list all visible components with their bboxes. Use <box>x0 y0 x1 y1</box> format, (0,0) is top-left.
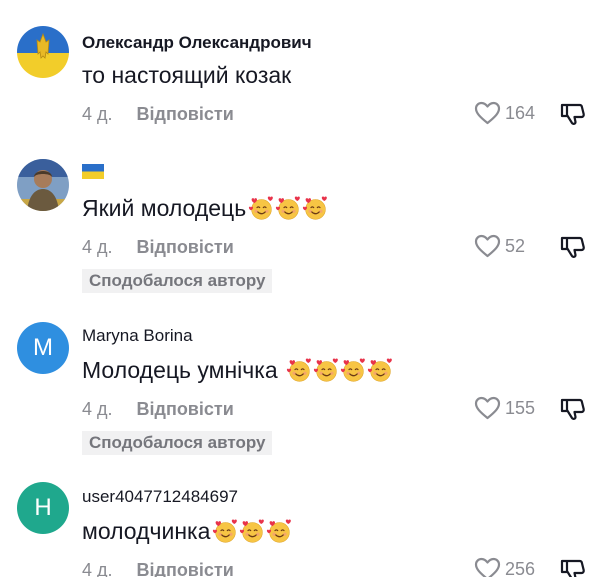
smiling-face-with-hearts-icon <box>313 358 338 382</box>
comment-time: 4 д. <box>82 237 113 257</box>
smiling-face-with-hearts-icon <box>303 196 328 220</box>
comment-text: Молодець умнічка <box>82 357 394 384</box>
liked-by-author-badge: Сподобалося автору <box>82 431 273 455</box>
dislike-button[interactable] <box>560 557 586 577</box>
emoji-group <box>212 518 293 545</box>
smiling-face-with-hearts-icon <box>276 196 301 220</box>
comment-username[interactable]: user4047712484697 <box>82 487 238 507</box>
comment-time: 4 д. <box>82 399 113 419</box>
avatar-letter: H <box>34 494 52 521</box>
smiling-face-with-hearts-icon <box>367 358 392 382</box>
emoji-group <box>286 357 394 384</box>
reply-button[interactable]: Відповісти <box>137 399 234 420</box>
thumbs-down-icon <box>560 559 585 577</box>
comment-username[interactable] <box>82 164 104 184</box>
like-button[interactable]: 52 <box>474 234 525 258</box>
comment-username[interactable]: Олександр Олександрович <box>82 33 312 53</box>
comment-meta: 4 д. Відповісти <box>82 104 234 125</box>
thumbs-down-icon <box>560 398 585 420</box>
comment-text: молодчинка <box>82 518 293 545</box>
emoji-group <box>248 195 329 222</box>
dislike-button[interactable] <box>560 396 586 427</box>
comment-meta: 4 д. Відповісти <box>82 399 234 420</box>
comment-text-content: то настоящий козак <box>82 62 292 88</box>
comment-time: 4 д. <box>82 560 113 577</box>
smiling-face-with-hearts-icon <box>267 519 292 543</box>
heart-icon <box>474 557 501 577</box>
comment-text-content: Який молодець <box>82 195 247 221</box>
smiling-face-with-hearts-icon <box>213 519 238 543</box>
dislike-button[interactable] <box>560 234 586 265</box>
smiling-face-with-hearts-icon <box>240 519 265 543</box>
liked-by-author-badge: Сподобалося автору <box>82 269 273 293</box>
smiling-face-with-hearts-icon <box>340 358 365 382</box>
heart-icon <box>474 234 501 258</box>
like-button[interactable]: 164 <box>474 101 535 125</box>
ukraine-flag-icon <box>82 164 104 179</box>
comment-meta: 4 д. Відповісти <box>82 560 234 577</box>
comment-text-content: Молодець умнічка <box>82 357 285 383</box>
dislike-button[interactable] <box>560 101 586 132</box>
like-count: 164 <box>505 102 536 123</box>
like-count: 256 <box>505 558 536 577</box>
avatar[interactable]: H <box>17 482 69 534</box>
avatar[interactable] <box>17 26 69 78</box>
comment-meta: 4 д. Відповісти <box>82 237 234 258</box>
reply-button[interactable]: Відповісти <box>137 237 234 258</box>
comment-text-content: молодчинка <box>82 518 211 544</box>
profile-photo-icon <box>17 159 69 211</box>
smiling-face-with-hearts-icon <box>286 358 311 382</box>
comment-text: то настоящий козак <box>82 62 291 89</box>
like-button[interactable]: 256 <box>474 557 535 577</box>
smiling-face-with-hearts-icon <box>249 196 274 220</box>
avatar-letter: M <box>33 334 53 361</box>
comment-text: Який молодець <box>82 195 329 222</box>
comment-username[interactable]: Maryna Borina <box>82 326 193 346</box>
ukraine-flag-avatar-icon <box>17 26 69 78</box>
avatar[interactable]: M <box>17 322 69 374</box>
thumbs-down-icon <box>560 236 585 258</box>
like-count: 155 <box>505 397 536 418</box>
reply-button[interactable]: Відповісти <box>137 104 234 125</box>
heart-icon <box>474 101 501 125</box>
thumbs-down-icon <box>560 103 585 125</box>
heart-icon <box>474 396 501 420</box>
comment-time: 4 д. <box>82 104 113 124</box>
avatar[interactable] <box>17 159 69 211</box>
reply-button[interactable]: Відповісти <box>137 560 234 577</box>
like-count: 52 <box>505 235 526 256</box>
like-button[interactable]: 155 <box>474 396 535 420</box>
